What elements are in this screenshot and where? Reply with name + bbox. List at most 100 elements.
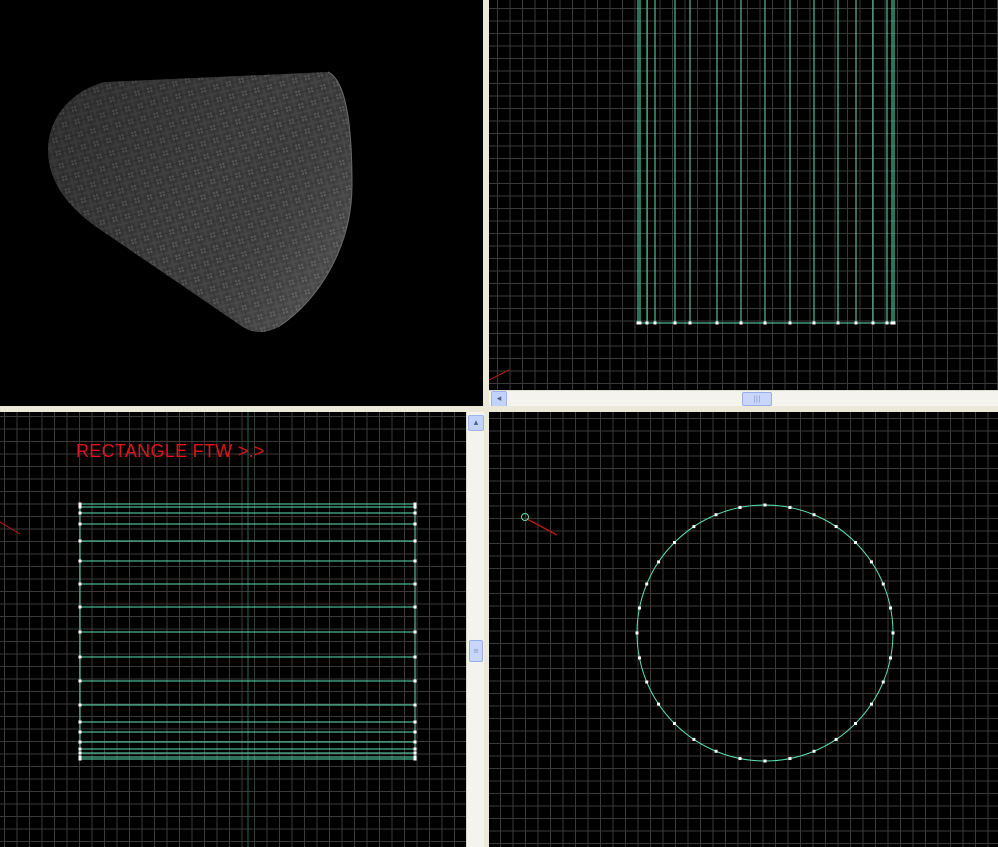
scroll-up-button[interactable]: ▴ (468, 415, 484, 431)
vertex-handle (78, 605, 82, 609)
vertex-handle (637, 606, 641, 610)
vertex-handle (834, 525, 838, 529)
viewport-front[interactable] (489, 0, 998, 390)
vertex-handle (413, 559, 417, 563)
scroll-left-button[interactable]: ◂ (491, 391, 507, 407)
vertex-handle (78, 522, 82, 526)
vertex-handle (738, 505, 742, 509)
vertex-handle (889, 606, 893, 610)
vertex-handle (78, 559, 82, 563)
vertex-handle (871, 321, 875, 325)
vertex-handle (653, 321, 657, 325)
vertex-handle (892, 321, 896, 325)
vertex-handle (788, 757, 792, 761)
vertex-handle (645, 582, 649, 586)
vertex-handle (413, 502, 417, 506)
viewport-side[interactable]: RECTANGLE FTW >.> (0, 412, 466, 847)
front-view-grid (489, 0, 998, 390)
vertex-handle (78, 720, 82, 724)
vertex-handle (881, 680, 885, 684)
vertex-handle (645, 321, 649, 325)
grip-icon: ≡ (473, 647, 479, 655)
vertex-handle (854, 722, 858, 726)
vertex-handle (869, 702, 873, 706)
vertex-handle (78, 511, 82, 515)
vertex-handle (645, 680, 649, 684)
viewport-caption: RECTANGLE FTW >.> (76, 441, 265, 461)
vertex-handle (889, 656, 893, 660)
vertex-handle (413, 730, 417, 734)
vertical-scroll-thumb[interactable]: ≡ (469, 640, 483, 662)
vertex-handle (714, 513, 718, 517)
vertex-handle (881, 582, 885, 586)
vertex-handle (413, 720, 417, 724)
vertex-handle (413, 605, 417, 609)
vertex-handle (78, 679, 82, 683)
vertex-handle (78, 655, 82, 659)
chevron-left-icon: ◂ (496, 393, 502, 404)
grip-icon: ||| (753, 395, 761, 403)
vertex-handle (657, 702, 661, 706)
vertex-handle (891, 631, 895, 635)
vertex-handle (413, 757, 417, 761)
vertex-handle (715, 321, 719, 325)
top-view-grid (489, 412, 998, 847)
vertex-handle (854, 540, 858, 544)
vertex-handle (637, 656, 641, 660)
vertex-handle (812, 749, 816, 753)
vertex-handle (812, 321, 816, 325)
vertex-handle (413, 747, 417, 751)
vertex-handle (834, 737, 838, 741)
vertex-handle (763, 759, 767, 763)
vertex-handle (739, 321, 743, 325)
vertex-handle (413, 630, 417, 634)
vertex-handle (78, 757, 82, 761)
vertex-handle (413, 505, 417, 509)
vertex-handle (413, 511, 417, 515)
vertex-handle (688, 321, 692, 325)
vertex-handle (78, 505, 82, 509)
vertex-handle (78, 539, 82, 543)
side-view-grid (0, 412, 466, 847)
vertex-handle (78, 747, 82, 751)
vertex-handle (788, 321, 792, 325)
vertex-handle (763, 321, 767, 325)
vertex-handle (763, 503, 767, 507)
viewport-top[interactable] (489, 412, 998, 847)
vertex-handle (885, 321, 889, 325)
vertex-handle (788, 505, 792, 509)
horizontal-scroll-thumb[interactable]: ||| (742, 392, 772, 406)
vertex-handle (413, 539, 417, 543)
cylinder-render (48, 71, 353, 333)
vertex-handle (854, 321, 858, 325)
vertex-handle (672, 722, 676, 726)
vertex-handle (413, 740, 417, 744)
vertex-handle (78, 703, 82, 707)
vertical-scrollbar[interactable]: ▴ ≡ (466, 412, 484, 847)
vertex-handle (635, 631, 639, 635)
viewport-3d[interactable] (0, 0, 483, 405)
vertex-handle (812, 513, 816, 517)
vertex-handle (78, 582, 82, 586)
vertex-handle (672, 540, 676, 544)
vertex-handle (78, 751, 82, 755)
vertex-handle (638, 321, 642, 325)
vertex-handle (413, 655, 417, 659)
vertex-handle (78, 740, 82, 744)
vertex-handle (869, 560, 873, 564)
vertex-handle (738, 757, 742, 761)
horizontal-scrollbar[interactable]: ◂ ||| (489, 390, 998, 407)
vertex-handle (78, 630, 82, 634)
vertex-handle (692, 737, 696, 741)
vertex-handle (836, 321, 840, 325)
vertex-handle (78, 502, 82, 506)
axis-marker (526, 518, 558, 536)
vertex-handle (657, 560, 661, 564)
vertex-handle (714, 749, 718, 753)
vertex-handle (673, 321, 677, 325)
vertex-handle (413, 703, 417, 707)
vertex-handle (413, 582, 417, 586)
vertex-handle (413, 522, 417, 526)
vertex-handle (78, 730, 82, 734)
vertex-handle (413, 679, 417, 683)
